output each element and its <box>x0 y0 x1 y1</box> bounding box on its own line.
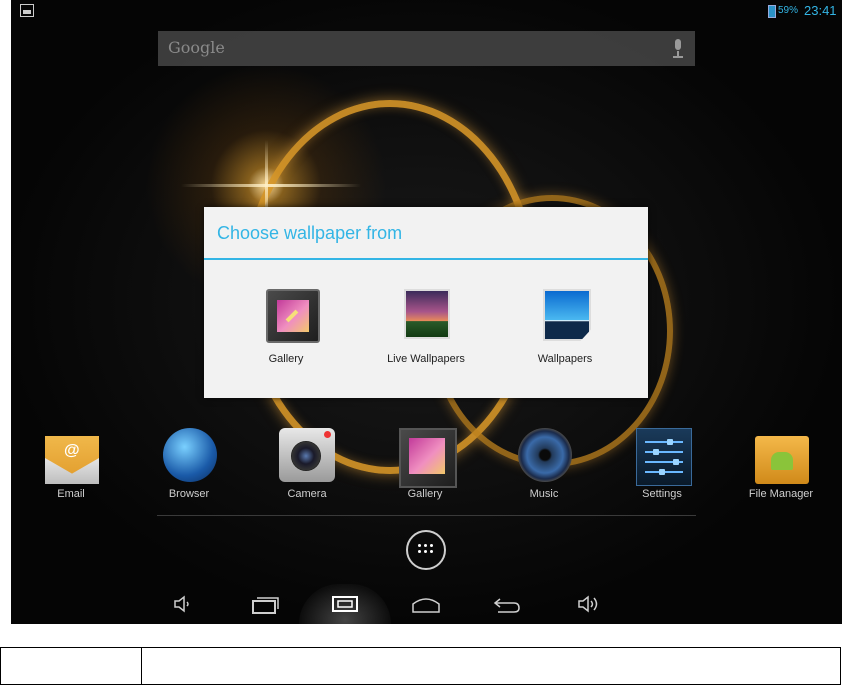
app-label: Browser <box>168 488 210 500</box>
app-label: Settings <box>642 488 682 500</box>
browser-icon <box>163 428 217 482</box>
gallery-icon <box>399 428 457 488</box>
battery-percent: 59% <box>778 5 799 16</box>
dialog-title: Choose wallpaper from <box>217 223 403 243</box>
email-icon <box>45 436 99 484</box>
app-label: File Manager <box>748 488 814 500</box>
app-music[interactable]: Music <box>494 428 594 508</box>
app-settings[interactable]: Settings <box>612 428 712 508</box>
app-label: Email <box>57 488 85 500</box>
volume-down-icon[interactable] <box>169 592 199 616</box>
option-label: Wallpapers <box>537 353 593 365</box>
wallpaper-flare <box>181 184 361 187</box>
app-drawer-icon[interactable] <box>406 530 446 570</box>
microphone-icon[interactable] <box>673 39 683 58</box>
tablet-screen: 59% 23:41 Google Email Browser Camera Ga… <box>11 0 842 624</box>
caption-table-cell <box>1 648 142 684</box>
option-gallery[interactable]: Gallery <box>226 289 346 369</box>
folder-icon <box>755 436 809 484</box>
dialog-title-divider <box>204 258 648 260</box>
option-label: Gallery <box>268 353 304 365</box>
option-wallpapers[interactable]: Wallpapers <box>505 289 625 369</box>
home-icon[interactable] <box>411 592 441 616</box>
option-live-wallpapers[interactable]: Live Wallpapers <box>366 289 486 369</box>
app-file-manager[interactable]: File Manager <box>731 428 831 508</box>
back-icon[interactable] <box>492 592 522 616</box>
recent-apps-icon[interactable] <box>250 592 280 616</box>
navigation-bar <box>11 584 842 624</box>
home-dock: Email Browser Camera Gallery Music <box>11 428 842 508</box>
settings-icon <box>636 428 692 486</box>
app-label: Music <box>529 488 559 500</box>
app-label: Gallery <box>407 488 443 500</box>
option-label: Live Wallpapers <box>387 353 465 365</box>
wallpapers-icon <box>543 289 591 341</box>
app-email[interactable]: Email <box>21 428 121 508</box>
google-search-bar[interactable]: Google <box>158 31 695 66</box>
status-bar: 59% 23:41 <box>11 0 842 22</box>
screenshot-icon[interactable] <box>330 592 360 616</box>
live-wallpapers-icon <box>404 289 450 339</box>
caption-table <box>0 647 841 685</box>
music-icon <box>518 428 572 482</box>
app-camera[interactable]: Camera <box>257 428 357 508</box>
google-logo: Google <box>168 38 225 57</box>
app-gallery[interactable]: Gallery <box>375 428 475 508</box>
volume-up-icon[interactable] <box>574 592 604 616</box>
app-label: Camera <box>287 488 327 500</box>
image-icon[interactable] <box>20 4 34 17</box>
dock-divider <box>157 515 696 516</box>
app-browser[interactable]: Browser <box>139 428 239 508</box>
battery-icon <box>768 5 776 18</box>
gallery-icon <box>266 289 320 343</box>
camera-icon <box>279 428 335 482</box>
choose-wallpaper-dialog: Choose wallpaper from Gallery Live Wallp… <box>204 207 648 398</box>
clock: 23:41 <box>804 3 837 18</box>
